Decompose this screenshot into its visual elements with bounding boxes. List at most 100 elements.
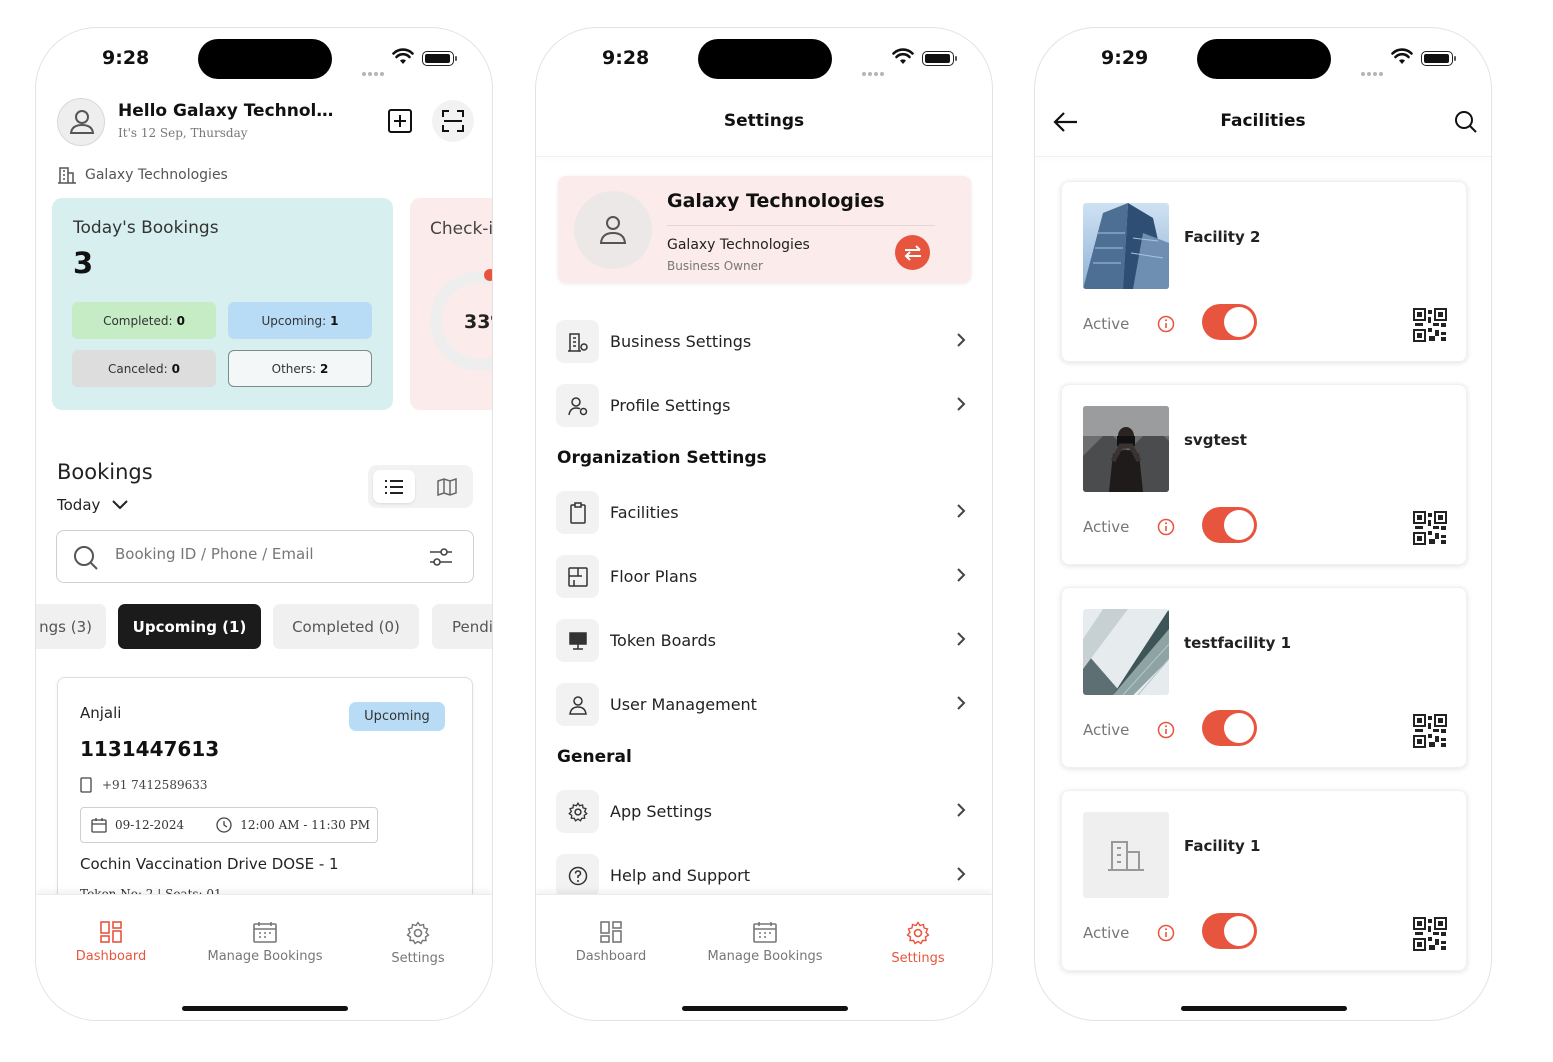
tab-settings[interactable]: Settings bbox=[843, 921, 992, 966]
wifi-icon bbox=[892, 48, 914, 64]
completed-pill[interactable]: Completed: 0 bbox=[72, 302, 216, 339]
tab-manage-bookings[interactable]: Manage Bookings bbox=[690, 921, 840, 964]
info-icon[interactable] bbox=[1157, 518, 1175, 536]
booking-id: 1131447613 bbox=[80, 737, 220, 761]
scan-button[interactable] bbox=[432, 100, 474, 142]
booking-search[interactable] bbox=[56, 530, 474, 583]
status-time: 9:28 bbox=[102, 47, 150, 69]
section-organization: Organization Settings bbox=[557, 448, 767, 468]
tab-bar: Dashboard Manage Bookings Settings bbox=[536, 894, 992, 1020]
business-icon bbox=[556, 320, 599, 363]
signal-dots-icon bbox=[1361, 61, 1385, 76]
facility-image-placeholder bbox=[1083, 812, 1169, 898]
facility-card[interactable]: Facility 2 Active bbox=[1061, 181, 1467, 362]
facility-name: testfacility 1 bbox=[1184, 634, 1292, 652]
settings-item-token-boards[interactable]: Token Boards bbox=[556, 619, 976, 663]
booking-card[interactable]: Anjali Upcoming 1131447613 +91 741258963… bbox=[57, 677, 473, 917]
settings-item-app-settings[interactable]: App Settings bbox=[556, 790, 976, 834]
checkin-card[interactable]: Check-i 33% bbox=[410, 198, 492, 410]
booking-phone: +91 7412589633 bbox=[102, 778, 208, 792]
qr-code-icon[interactable] bbox=[1413, 511, 1447, 545]
search-icon bbox=[74, 546, 98, 570]
list-view-button[interactable] bbox=[373, 470, 415, 503]
todays-bookings-card[interactable]: Today's Bookings 3 Completed: 0 Upcoming:… bbox=[52, 198, 393, 410]
profile-card[interactable]: Galaxy Technologies Galaxy Technologies … bbox=[558, 176, 971, 283]
home-indicator bbox=[182, 1006, 348, 1011]
organization-label: Galaxy Technologies bbox=[57, 166, 228, 184]
greeting: Hello Galaxy Technologi... bbox=[118, 101, 340, 121]
tab-settings[interactable]: Settings bbox=[343, 921, 492, 966]
upcoming-pill[interactable]: Upcoming: 1 bbox=[228, 302, 372, 339]
booking-customer-name: Anjali bbox=[80, 704, 122, 722]
canceled-value: 0 bbox=[171, 361, 181, 376]
facility-card[interactable]: testfacility 1 Active bbox=[1061, 587, 1467, 768]
qr-code-icon[interactable] bbox=[1413, 714, 1447, 748]
settings-item-help[interactable]: Help and Support bbox=[556, 854, 976, 898]
add-button[interactable] bbox=[379, 100, 421, 142]
booking-datetime: 09-12-2024 12:00 AM - 11:30 PM bbox=[80, 807, 378, 843]
building-icon bbox=[58, 167, 76, 184]
help-icon bbox=[556, 854, 599, 897]
booking-date: 09-12-2024 bbox=[115, 818, 185, 832]
active-toggle[interactable] bbox=[1202, 507, 1257, 543]
status-time: 9:29 bbox=[1101, 47, 1149, 69]
active-toggle[interactable] bbox=[1202, 913, 1257, 949]
active-toggle[interactable] bbox=[1202, 304, 1257, 340]
period-value: Today bbox=[57, 496, 101, 514]
avatar[interactable] bbox=[57, 98, 105, 146]
facility-card[interactable]: Facility 1 Active bbox=[1061, 790, 1467, 971]
settings-item-label: User Management bbox=[610, 695, 757, 714]
building-icon bbox=[1108, 841, 1144, 871]
switch-account-button[interactable] bbox=[895, 235, 930, 270]
search-input[interactable] bbox=[115, 545, 415, 563]
settings-item-facilities[interactable]: Facilities bbox=[556, 491, 976, 535]
chip-upcoming[interactable]: Upcoming (1) bbox=[118, 604, 261, 649]
calendar-icon bbox=[253, 922, 277, 943]
organization-name: Galaxy Technologies bbox=[85, 167, 228, 183]
settings-item-floor-plans[interactable]: Floor Plans bbox=[556, 555, 976, 599]
completed-value: 0 bbox=[176, 313, 185, 328]
filter-icon[interactable] bbox=[429, 547, 453, 567]
canceled-pill[interactable]: Canceled: 0 bbox=[72, 350, 216, 387]
active-label: Active bbox=[1083, 721, 1130, 739]
status-time: 9:28 bbox=[602, 47, 650, 69]
search-icon[interactable] bbox=[1454, 110, 1478, 134]
tab-manage-bookings-label: Manage Bookings bbox=[207, 949, 323, 964]
qr-code-icon[interactable] bbox=[1413, 917, 1447, 951]
chip-pending[interactable]: Pendi bbox=[432, 604, 492, 649]
page-title: Facilities bbox=[1220, 111, 1306, 131]
qr-code-icon[interactable] bbox=[1413, 308, 1447, 342]
chip-completed[interactable]: Completed (0) bbox=[273, 604, 419, 649]
todays-bookings-title: Today's Bookings bbox=[73, 218, 219, 238]
chevron-right-icon bbox=[957, 504, 966, 518]
booking-phone-row: +91 7412589633 bbox=[80, 777, 208, 793]
info-icon[interactable] bbox=[1157, 721, 1175, 739]
settings-item-label: Help and Support bbox=[610, 866, 750, 885]
tab-bar: Dashboard Manage Bookings Settings bbox=[36, 894, 492, 1020]
tab-dashboard[interactable]: Dashboard bbox=[36, 921, 186, 964]
gear-icon bbox=[906, 921, 930, 945]
chip-all-bookings[interactable]: ngs (3) bbox=[36, 604, 106, 649]
others-pill[interactable]: Others: 2 bbox=[228, 350, 372, 387]
floor-plan-icon bbox=[556, 555, 599, 598]
tab-settings-label: Settings bbox=[891, 951, 945, 966]
period-dropdown[interactable]: Today bbox=[57, 496, 129, 514]
info-icon[interactable] bbox=[1157, 315, 1175, 333]
map-view-button[interactable] bbox=[426, 470, 468, 503]
info-icon[interactable] bbox=[1157, 924, 1175, 942]
settings-item-user-management[interactable]: User Management bbox=[556, 683, 976, 727]
dynamic-island bbox=[198, 39, 332, 79]
tab-manage-bookings[interactable]: Manage Bookings bbox=[190, 921, 340, 964]
active-toggle[interactable] bbox=[1202, 710, 1257, 746]
settings-item-business[interactable]: Business Settings bbox=[556, 320, 976, 364]
wifi-icon bbox=[1391, 48, 1413, 64]
status-bar: 9:28 bbox=[36, 28, 492, 90]
plus-square-icon bbox=[388, 109, 412, 133]
profile-settings-icon bbox=[556, 384, 599, 427]
settings-item-profile[interactable]: Profile Settings bbox=[556, 384, 976, 428]
dashboard-icon bbox=[100, 921, 122, 943]
facility-name: svgtest bbox=[1184, 431, 1247, 449]
facility-card[interactable]: svgtest Active bbox=[1061, 384, 1467, 565]
tab-dashboard[interactable]: Dashboard bbox=[536, 921, 686, 964]
others-label: Others: bbox=[271, 361, 316, 376]
